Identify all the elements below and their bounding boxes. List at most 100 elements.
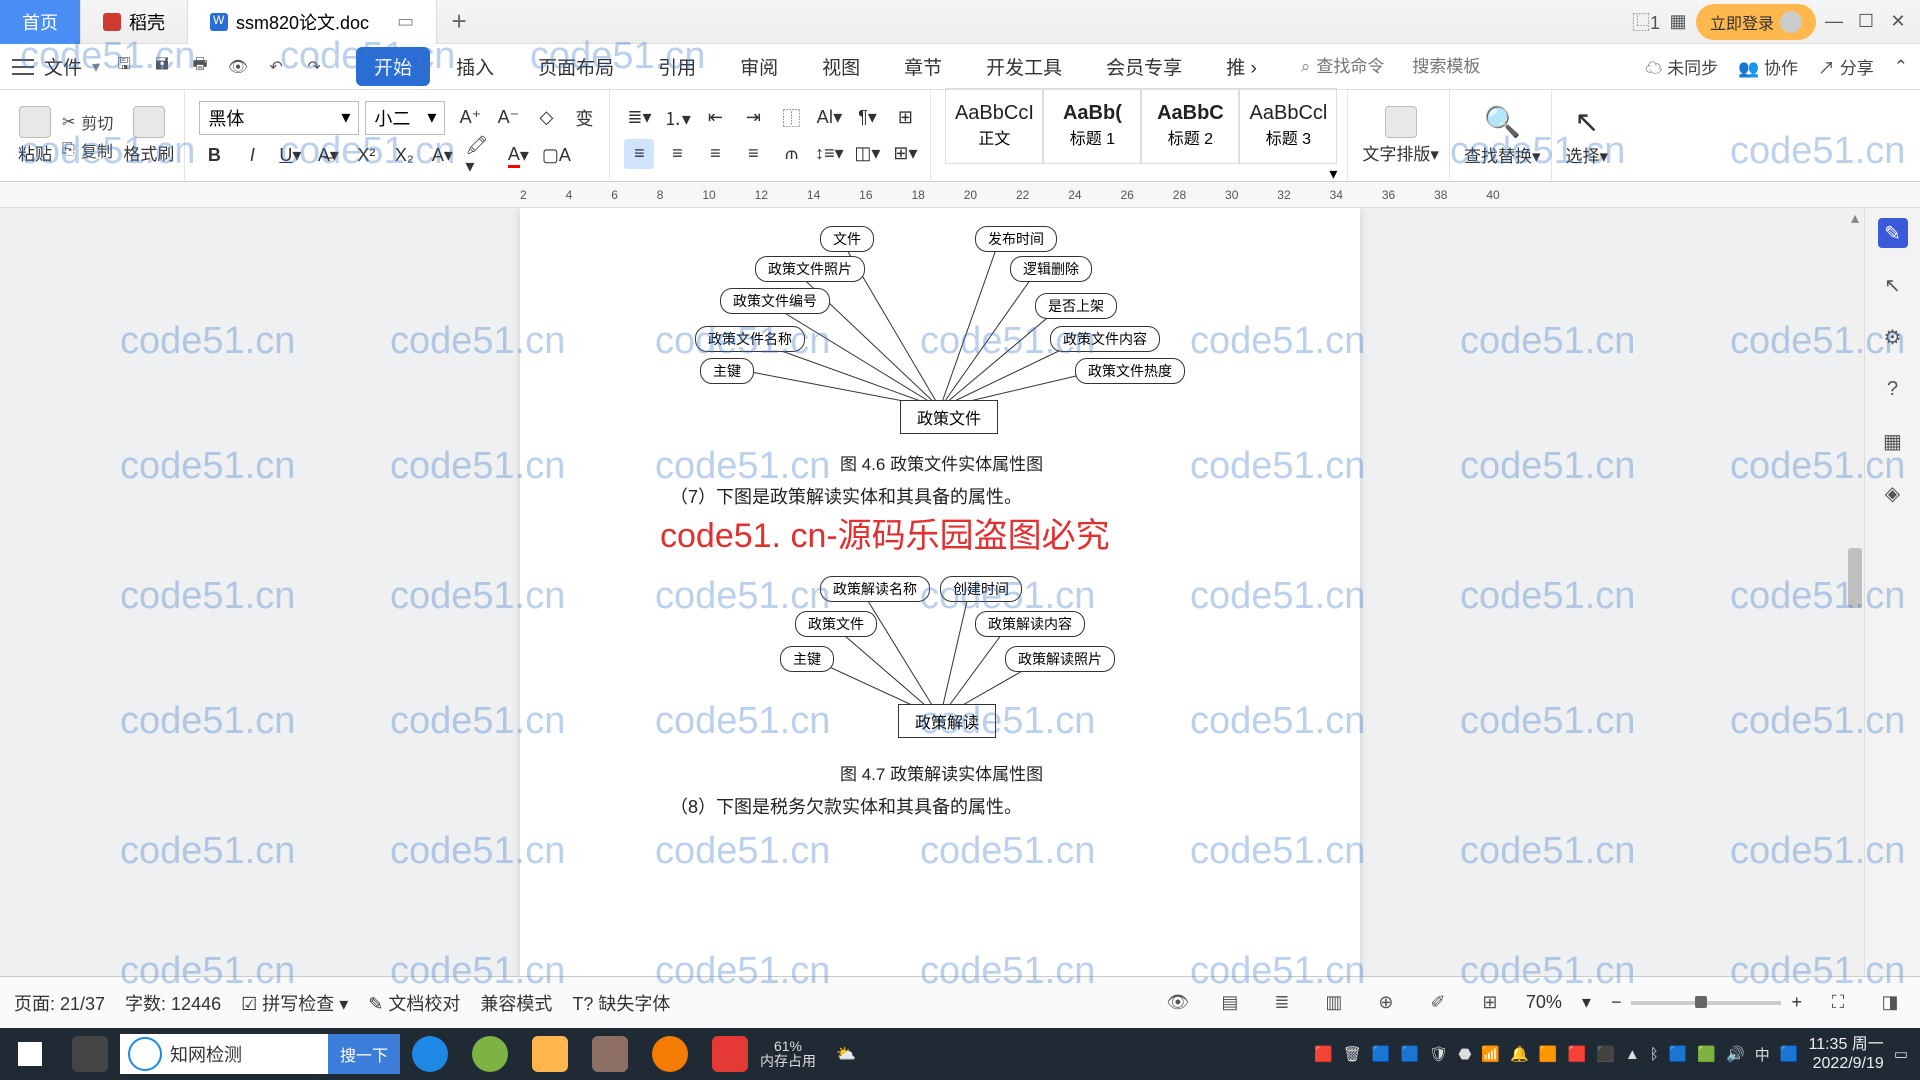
shrink-font-icon[interactable]: A⁻ [493,103,523,133]
missing-font[interactable]: T? 缺失字体 [572,990,670,1016]
align-justify-button[interactable]: ≡ [738,139,768,169]
sync-status[interactable]: ☁ 未同步 [1645,54,1718,79]
align-left-button[interactable]: ≡ [624,139,654,169]
font-size-select[interactable]: 小二▾ [365,101,445,135]
tab-button[interactable]: ⊞ [890,103,920,133]
share-button[interactable]: ↗ 分享 [1818,54,1874,79]
find-replace-button[interactable]: 🔍查找替换▾ [1464,105,1541,167]
close-button[interactable]: ✕ [1884,8,1912,36]
underline-button[interactable]: U▾ [275,141,305,171]
tray-icon[interactable]: ⬛ [1596,1045,1615,1063]
tray-ime-icon[interactable]: 中 [1755,1044,1770,1065]
tray-icon[interactable]: 🟦 [1401,1045,1420,1063]
collapse-ribbon-icon[interactable]: ⌃ [1894,57,1908,77]
text-layout-button[interactable]: 文字排版▾ [1362,106,1439,165]
tab-document[interactable]: ssm820论文.doc▭ [188,0,437,44]
zoom-in-icon[interactable]: + [1791,992,1802,1013]
document-area[interactable]: 文件 发布时间 政策文件照片 逻辑删除 政策文件编号 是否上架 政策文件名称 政… [0,208,1864,1028]
asian-layout-button[interactable]: ⿰ [776,103,806,133]
qat-redo-icon[interactable]: ↷ [300,53,328,81]
style-more-icon[interactable]: ▾ [1329,164,1337,184]
vertical-scrollbar[interactable]: ▴ ▾ [1846,208,1864,1028]
indent-inc-button[interactable]: ⇥ [738,103,768,133]
grow-font-icon[interactable]: A⁺ [455,103,485,133]
menu-start[interactable]: 开始 [356,47,430,86]
annotate-icon[interactable]: ✐ [1422,987,1454,1019]
indent-dec-button[interactable]: ⇤ [700,103,730,133]
login-button[interactable]: 立即登录 [1696,4,1816,40]
scroll-thumb[interactable] [1848,548,1862,608]
taskbar-search-go[interactable]: 搜一下 [328,1034,400,1074]
sb-diamond-icon[interactable]: ◈ [1878,478,1908,508]
app-browser[interactable] [460,1028,520,1080]
align-center-button[interactable]: ≡ [662,139,692,169]
distribute-button[interactable]: ⫙ [776,139,806,169]
tray-wifi-icon[interactable]: 📶 [1481,1045,1500,1063]
ruler[interactable]: 246810121416182022242628303234363840 [0,182,1920,208]
font-color-button[interactable]: A▾ [503,141,533,171]
highlight-button[interactable]: 🖍▾ [465,141,495,171]
copilot-icon[interactable] [60,1028,120,1080]
print-layout-icon[interactable]: ⊕ [1370,987,1402,1019]
menu-view[interactable]: 视图 [804,47,878,86]
tray-icon[interactable]: 🟦 [1372,1045,1391,1063]
qat-undo-icon[interactable]: ↶ [262,53,290,81]
memory-widget[interactable]: 61%内存占用 [760,1039,816,1070]
tray-icon[interactable]: 🟥 [1314,1045,1333,1063]
app-2[interactable] [640,1028,700,1080]
qat-save-icon[interactable]: 🖫 [110,53,138,81]
zoom-slider[interactable]: − + [1611,992,1802,1013]
style-h3[interactable]: AaBbCcl标题 3 [1239,88,1337,164]
maximize-button[interactable]: ☐ [1852,8,1880,36]
format-brush-button[interactable]: 格式刷 [123,106,174,165]
scroll-up-icon[interactable]: ▴ [1846,208,1864,224]
tray-icon[interactable]: 🟧 [1539,1045,1558,1063]
sort-button[interactable]: Aǀ▾ [814,103,844,133]
subscript-button[interactable]: X₂ [389,141,419,171]
qat-saveas-icon[interactable]: 🖬 [148,53,176,81]
italic-button[interactable]: I [237,141,267,171]
tab-home[interactable]: 首页 [0,0,81,44]
tray-bluetooth-icon[interactable]: ᛒ [1650,1046,1659,1063]
start-button[interactable] [0,1028,60,1080]
panel-toggle-icon[interactable]: ◨ [1874,987,1906,1019]
file-menu[interactable]: 文件 [44,53,82,80]
paste-button[interactable]: 粘贴 [18,106,52,165]
menu-chapter[interactable]: 章节 [886,47,960,86]
zoom-level[interactable]: 70% [1526,992,1562,1013]
tray-icon[interactable]: 🟥 [1567,1045,1586,1063]
menu-layout[interactable]: 页面布局 [520,47,632,86]
zoom-out-icon[interactable]: − [1611,992,1622,1013]
qat-print-icon[interactable]: 🖶 [186,53,214,81]
search-command-input[interactable] [1316,57,1406,77]
select-button[interactable]: ↖选择▾ [1566,105,1609,167]
coop-button[interactable]: 👥 协作 [1738,54,1798,79]
line-spacing-button[interactable]: ↕≡▾ [814,139,844,169]
tray-icon[interactable]: 🟩 [1697,1045,1716,1063]
tray-icon[interactable]: 🗑 [1343,1045,1362,1063]
menu-vip[interactable]: 会员专享 [1088,47,1200,86]
web-layout-icon[interactable]: ▥ [1318,987,1350,1019]
search-template-input[interactable] [1412,57,1502,77]
tray-notification-icon[interactable]: ▭ [1894,1045,1908,1063]
font-select[interactable]: 黑体▾ [199,101,359,135]
strike-button[interactable]: A̶▾ [313,141,343,171]
app-1[interactable] [580,1028,640,1080]
tray-icon[interactable]: 🟦 [1780,1045,1799,1063]
style-gallery[interactable]: AaBbCcI正文 AaBb(标题 1 AaBbC标题 2 AaBbCcl标题 … [945,88,1337,164]
menu-more[interactable]: 推 › [1208,47,1275,86]
bullets-button[interactable]: ≣▾ [624,103,654,133]
bold-button[interactable]: B [199,141,229,171]
proofread-button[interactable]: ✎ 文档校对 [368,990,460,1016]
word-count[interactable]: 字数: 12446 [125,990,221,1016]
taskbar-clock[interactable]: 11:35 周一2022/9/19 [1809,1035,1884,1073]
phonetic-icon[interactable]: 变 [569,103,599,133]
tray-icon[interactable]: 🟦 [1669,1045,1688,1063]
focus-mode-icon[interactable]: 👁 [1162,987,1194,1019]
qat-preview-icon[interactable]: 👁 [224,53,252,81]
sb-help-icon[interactable]: ? [1878,374,1908,404]
outline-icon[interactable]: ≣ [1266,987,1298,1019]
weather-icon[interactable]: ⛅ [816,1028,876,1080]
show-marks-button[interactable]: ¶▾ [852,103,882,133]
borders-button[interactable]: ⊞▾ [890,139,920,169]
